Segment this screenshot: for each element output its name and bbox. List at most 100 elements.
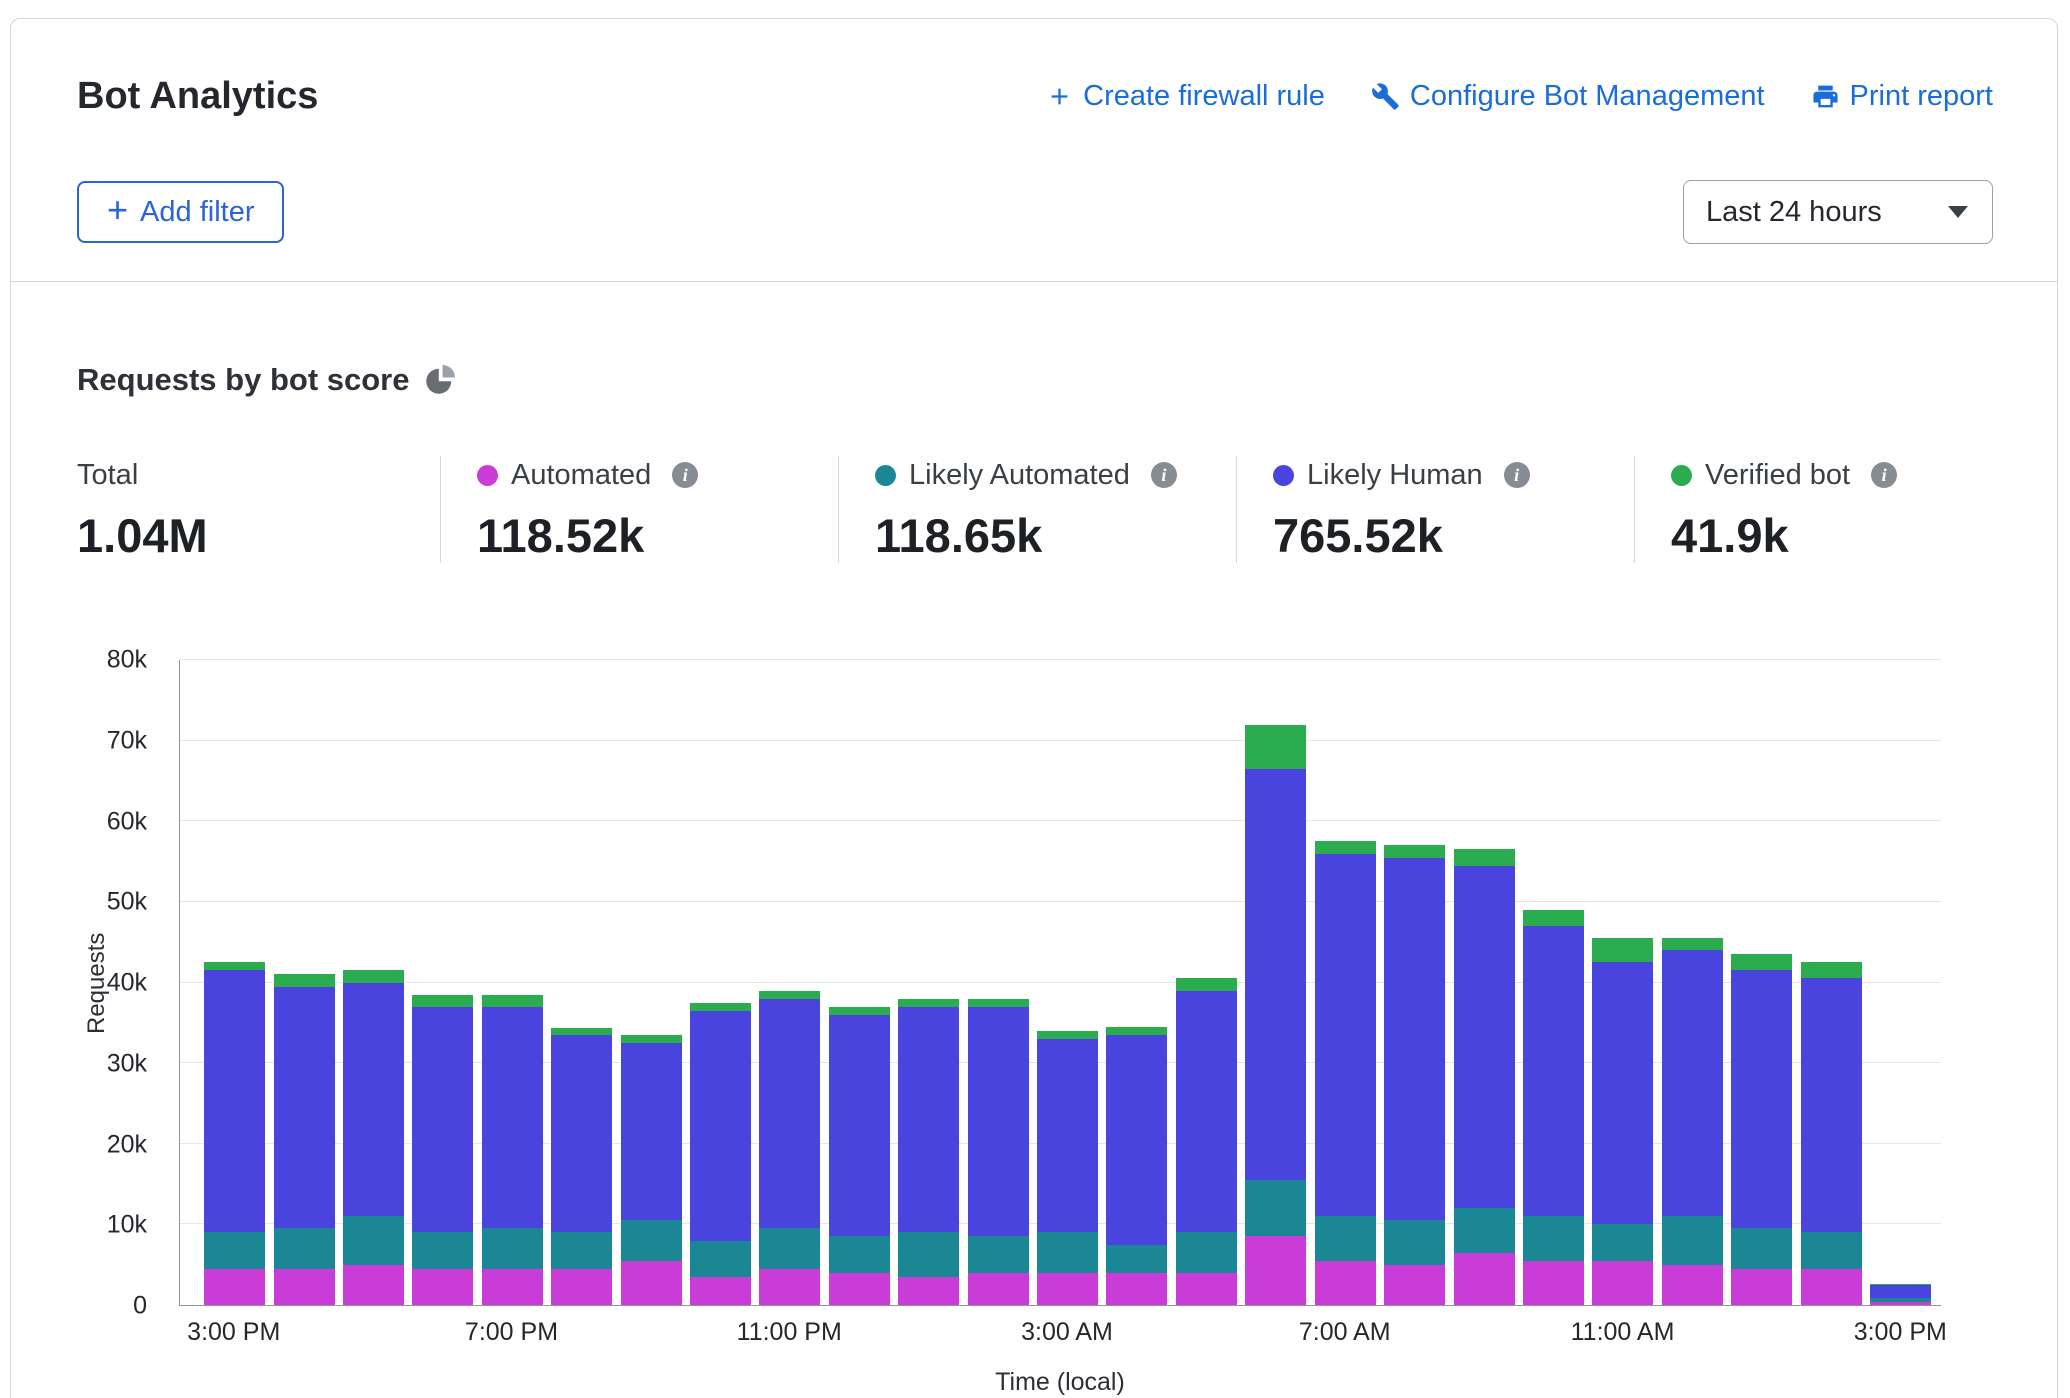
bar-segment-likely-human[interactable]: [1523, 926, 1584, 1216]
bar-segment-likely-human[interactable]: [829, 1015, 890, 1237]
bar-segment-likely-human[interactable]: [1037, 1039, 1098, 1233]
bar-segment-verified-bot[interactable]: [690, 1003, 751, 1011]
bar-segment-automated[interactable]: [1106, 1273, 1167, 1305]
bar-segment-automated[interactable]: [274, 1269, 335, 1305]
bar-segment-verified-bot[interactable]: [274, 974, 335, 986]
bar[interactable]: [200, 660, 269, 1305]
bar-segment-verified-bot[interactable]: [1801, 962, 1862, 978]
bar-segment-automated[interactable]: [1662, 1265, 1723, 1305]
bar-segment-automated[interactable]: [1245, 1236, 1306, 1305]
bar-segment-likely-automated[interactable]: [1731, 1228, 1792, 1268]
bar-segment-likely-human[interactable]: [343, 983, 404, 1217]
bar[interactable]: [408, 660, 477, 1305]
bar-segment-likely-human[interactable]: [482, 1007, 543, 1229]
bar-segment-verified-bot[interactable]: [343, 970, 404, 982]
bar-segment-verified-bot[interactable]: [1315, 841, 1376, 853]
bar-segment-likely-human[interactable]: [204, 970, 265, 1232]
bar[interactable]: [1311, 660, 1380, 1305]
bar-segment-verified-bot[interactable]: [968, 999, 1029, 1007]
info-icon[interactable]: i: [672, 462, 698, 488]
bar-segment-likely-human[interactable]: [690, 1011, 751, 1241]
bar-segment-automated[interactable]: [1592, 1261, 1653, 1305]
bar-segment-automated[interactable]: [690, 1277, 751, 1305]
bar-segment-automated[interactable]: [829, 1273, 890, 1305]
bar[interactable]: [1727, 660, 1796, 1305]
bar-segment-likely-human[interactable]: [1176, 991, 1237, 1233]
bar-segment-verified-bot[interactable]: [1176, 978, 1237, 990]
bar-segment-automated[interactable]: [759, 1269, 820, 1305]
bar-segment-verified-bot[interactable]: [1592, 938, 1653, 962]
bar[interactable]: [1866, 660, 1935, 1305]
bar-segment-verified-bot[interactable]: [1106, 1027, 1167, 1035]
bar-segment-likely-human[interactable]: [1662, 950, 1723, 1216]
bar-segment-automated[interactable]: [1523, 1261, 1584, 1305]
configure-bot-management-link[interactable]: Configure Bot Management: [1371, 80, 1765, 113]
bar-segment-verified-bot[interactable]: [829, 1007, 890, 1015]
bar-segment-likely-human[interactable]: [1731, 970, 1792, 1228]
bar-segment-likely-automated[interactable]: [968, 1236, 1029, 1272]
bar[interactable]: [1102, 660, 1171, 1305]
info-icon[interactable]: i: [1504, 462, 1530, 488]
bar[interactable]: [1449, 660, 1518, 1305]
bar-segment-automated[interactable]: [1037, 1273, 1098, 1305]
bar-segment-likely-automated[interactable]: [759, 1228, 820, 1268]
info-icon[interactable]: i: [1871, 462, 1897, 488]
bar-segment-likely-human[interactable]: [1384, 858, 1445, 1221]
bar-segment-automated[interactable]: [1870, 1302, 1931, 1305]
add-filter-button[interactable]: + Add filter: [77, 181, 284, 243]
bar-segment-automated[interactable]: [968, 1273, 1029, 1305]
bar-segment-likely-automated[interactable]: [898, 1232, 959, 1276]
bar-segment-verified-bot[interactable]: [1523, 910, 1584, 926]
bar-segment-likely-human[interactable]: [551, 1035, 612, 1233]
bar-segment-likely-automated[interactable]: [690, 1241, 751, 1277]
bar-segment-likely-human[interactable]: [759, 999, 820, 1229]
info-icon[interactable]: i: [1151, 462, 1177, 488]
bar[interactable]: [1588, 660, 1657, 1305]
bar[interactable]: [686, 660, 755, 1305]
bar[interactable]: [1519, 660, 1588, 1305]
bar-segment-automated[interactable]: [1176, 1273, 1237, 1305]
bar-segment-likely-automated[interactable]: [1592, 1224, 1653, 1260]
bar-segment-automated[interactable]: [1384, 1265, 1445, 1305]
bar-segment-automated[interactable]: [621, 1261, 682, 1305]
bar-segment-likely-automated[interactable]: [1801, 1232, 1862, 1268]
bar-segment-likely-automated[interactable]: [412, 1232, 473, 1268]
bar[interactable]: [547, 660, 616, 1305]
bar-segment-likely-automated[interactable]: [343, 1216, 404, 1264]
bar-segment-likely-human[interactable]: [898, 1007, 959, 1233]
bar-segment-likely-human[interactable]: [1315, 854, 1376, 1217]
print-report-link[interactable]: Print report: [1811, 80, 1993, 113]
bar-segment-automated[interactable]: [343, 1265, 404, 1305]
bar-segment-automated[interactable]: [1454, 1253, 1515, 1305]
bar[interactable]: [616, 660, 685, 1305]
bar-segment-likely-automated[interactable]: [1245, 1180, 1306, 1236]
bar-segment-likely-human[interactable]: [1454, 866, 1515, 1209]
bar-segment-likely-human[interactable]: [968, 1007, 1029, 1237]
bar-segment-likely-automated[interactable]: [551, 1232, 612, 1268]
bar-segment-automated[interactable]: [412, 1269, 473, 1305]
bar-segment-verified-bot[interactable]: [1454, 849, 1515, 865]
bar-segment-likely-automated[interactable]: [1662, 1216, 1723, 1264]
bar-segment-likely-human[interactable]: [1245, 769, 1306, 1180]
bar-segment-likely-human[interactable]: [1106, 1035, 1167, 1245]
bar-segment-likely-automated[interactable]: [1315, 1216, 1376, 1260]
bar[interactable]: [339, 660, 408, 1305]
bar[interactable]: [269, 660, 338, 1305]
bar[interactable]: [1658, 660, 1727, 1305]
bar-segment-automated[interactable]: [551, 1269, 612, 1305]
bar[interactable]: [963, 660, 1032, 1305]
bar[interactable]: [1796, 660, 1865, 1305]
bar-segment-verified-bot[interactable]: [898, 999, 959, 1007]
bar[interactable]: [894, 660, 963, 1305]
bar-segment-likely-human[interactable]: [1801, 978, 1862, 1232]
bar-segment-likely-automated[interactable]: [1523, 1216, 1584, 1260]
bar-segment-likely-human[interactable]: [412, 1007, 473, 1233]
bar-segment-likely-automated[interactable]: [1176, 1232, 1237, 1272]
bar-segment-automated[interactable]: [1801, 1269, 1862, 1305]
bar[interactable]: [478, 660, 547, 1305]
bar-segment-verified-bot[interactable]: [204, 962, 265, 970]
bar[interactable]: [755, 660, 824, 1305]
bar-segment-verified-bot[interactable]: [621, 1035, 682, 1043]
bar[interactable]: [1380, 660, 1449, 1305]
bar-segment-likely-automated[interactable]: [1106, 1245, 1167, 1273]
